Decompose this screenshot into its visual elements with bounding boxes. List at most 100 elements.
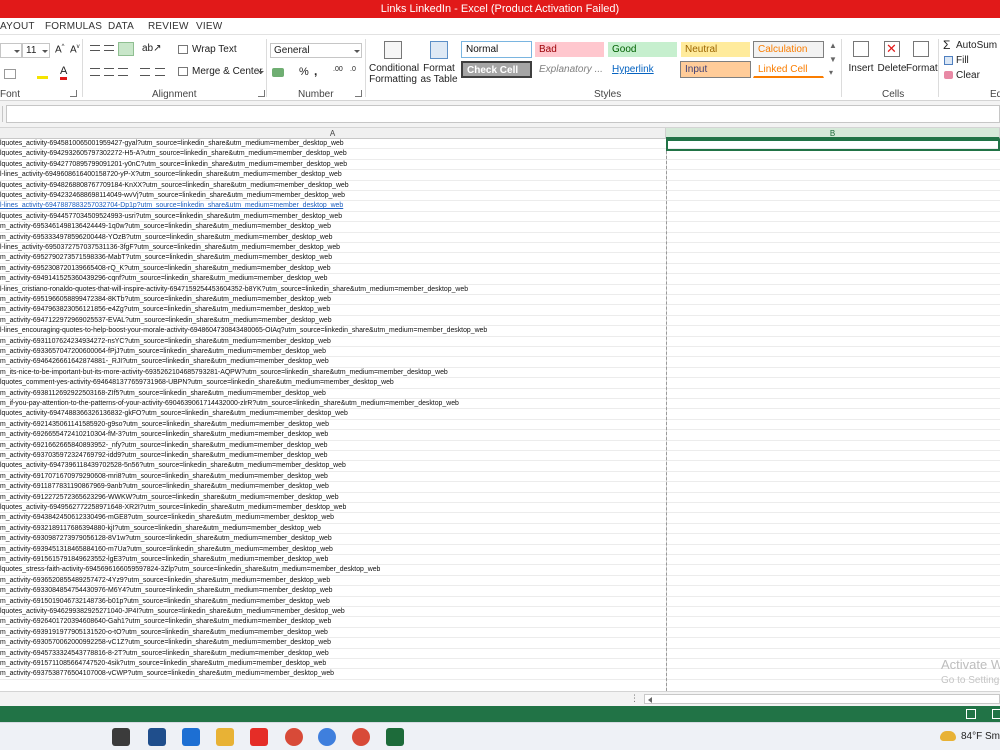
number-launcher-icon[interactable] [355, 90, 362, 97]
cell-a[interactable]: m_activity-6939191977905131520-o-tO?utm_… [0, 628, 666, 638]
cell-a[interactable]: m_activity-6926655472410210304-fM-3?utm_… [0, 430, 666, 440]
delete-cells-button[interactable]: ✕ Delete [877, 39, 907, 87]
cell-a[interactable]: m_activity-6947122972969025537-EVAL?utm_… [0, 316, 666, 326]
cell-a[interactable]: lquotes_activity-6947396118439702528-5n5… [0, 461, 666, 471]
align-top-icon[interactable] [90, 45, 100, 51]
style-good[interactable]: Good [607, 41, 678, 58]
cell-a[interactable]: m_activity-6943842450612330496-mGE8?utm_… [0, 513, 666, 523]
cell-a[interactable]: m_if-you-pay-attention-to-the-patterns-o… [0, 399, 666, 409]
cell-a[interactable]: m_activity-6933657047200600064-fPjJ?utm_… [0, 347, 666, 357]
cell-a[interactable]: m_activity-6921435061141585920-g9so?utm_… [0, 420, 666, 430]
font-size-combo[interactable]: 11 [22, 43, 50, 58]
excel-icon[interactable] [386, 728, 404, 746]
accounting-format-icon[interactable] [272, 68, 284, 77]
cell-a[interactable]: m_activity-6931107624234934272-nsYC?utm_… [0, 337, 666, 347]
cell-a[interactable]: m_activity-6953334978596200448-YOzB?utm_… [0, 233, 666, 243]
cell-a[interactable]: m_activity-6947963823056121856-e4Zg?utm_… [0, 305, 666, 315]
cell-a[interactable]: lquotes_activity-6942932605797302272-H5-… [0, 149, 666, 159]
percent-style-icon[interactable]: % [299, 66, 309, 78]
formula-input[interactable] [6, 105, 1000, 123]
file-explorer-icon[interactable] [216, 728, 234, 746]
cell-a[interactable]: m_its-nice-to-be-important-but-its-more-… [0, 368, 666, 378]
cell-a[interactable]: l-lines_cristiano-ronaldo-quotes-that-wi… [0, 285, 666, 295]
cell-a[interactable]: m_activity-6930987273979056128-8V1w?utm_… [0, 534, 666, 544]
align-right-icon[interactable] [118, 68, 128, 76]
cell-a[interactable]: m_activity-6930570062000992258-vC1Z?utm_… [0, 638, 666, 648]
number-format-combo[interactable]: General [270, 43, 362, 58]
cell-a[interactable]: l-lines_activity-6947887883257032704-Dp1… [0, 201, 666, 211]
styles-scroll-down-icon[interactable]: ▼ [829, 55, 837, 64]
cell-a[interactable]: m_activity-6915615791849623552-lgE3?utm_… [0, 555, 666, 565]
autosum-button[interactable]: Σ AutoSum [943, 38, 1000, 52]
increase-indent-icon[interactable] [155, 68, 165, 76]
style-explanatory[interactable]: Explanatory ... [534, 61, 605, 78]
clear-button[interactable]: Clear [943, 69, 1000, 82]
style-calculation[interactable]: Calculation [753, 41, 824, 58]
increase-decimal-icon[interactable]: .00 [333, 66, 343, 73]
active-cell-b1[interactable] [666, 139, 1000, 151]
style-linked-cell[interactable]: Linked Cell [753, 61, 824, 78]
cell-a[interactable]: m_activity-6946426661642874881-_RJI?utm_… [0, 357, 666, 367]
orientation-icon[interactable]: ab↗ [142, 43, 162, 54]
borders-icon[interactable] [4, 69, 16, 79]
scroll-left-icon[interactable] [648, 697, 652, 703]
cell-a[interactable]: m_activity-6953461498136424449-1q0w?utm_… [0, 222, 666, 232]
cell-a[interactable]: lquotes_activity-6947488366326136832-gkF… [0, 409, 666, 419]
cell-a[interactable]: lquotes_activity-6946299382925271040-JP4… [0, 607, 666, 617]
cell-a[interactable]: m_activity-6917071670979290608-mri8?utm_… [0, 472, 666, 482]
style-hyperlink[interactable]: Hyperlink [607, 61, 678, 78]
font-color-icon[interactable]: A [60, 66, 68, 80]
cell-a[interactable]: lquotes_stress-faith-activity-6945696166… [0, 565, 666, 575]
tab-review[interactable]: REVIEW [148, 18, 189, 35]
grow-font-icon[interactable]: A^ [55, 44, 65, 55]
fill-button[interactable]: Fill [943, 54, 1000, 67]
cell-a[interactable]: m_activity-6952308720139665408-rQ_K?utm_… [0, 264, 666, 274]
style-check-cell[interactable]: Check Cell [461, 61, 532, 78]
alignment-launcher-icon[interactable] [258, 90, 265, 97]
cell-a[interactable]: m_activity-6921662665840893952-_nfy?utm_… [0, 441, 666, 451]
mail-icon[interactable] [182, 728, 200, 746]
decrease-decimal-icon[interactable]: .0 [350, 66, 356, 73]
cell-a[interactable]: lquotes_activity-6949562772258971648-XR2… [0, 503, 666, 513]
column-header-a[interactable]: A [0, 128, 666, 139]
cell-a[interactable]: m_activity-6915711085664747520-4sik?utm_… [0, 659, 666, 669]
store-icon[interactable] [148, 728, 166, 746]
fill-color-icon[interactable] [37, 67, 48, 79]
tab-page-layout[interactable]: AYOUT [0, 18, 35, 35]
cell-a[interactable]: m_activity-6939451318465884160-m7Ua?utm_… [0, 545, 666, 555]
style-neutral[interactable]: Neutral [680, 41, 751, 58]
merge-center-button[interactable]: Merge & Center [178, 65, 268, 79]
font-name-combo[interactable] [0, 43, 22, 58]
cell-a[interactable]: m_activity-6936520855489257472-4Yz9?utm_… [0, 576, 666, 586]
cell-a[interactable]: l-lines_encouraging-quotes-to-help-boost… [0, 326, 666, 336]
insert-cells-button[interactable]: Insert [846, 39, 876, 87]
conditional-formatting-button[interactable]: Conditional Formatting [369, 39, 419, 89]
chrome-icon[interactable] [285, 728, 303, 746]
weather-icon[interactable] [940, 731, 956, 741]
tab-split-handle[interactable]: ⋮ [630, 693, 639, 704]
page-layout-view-icon[interactable] [992, 709, 1000, 719]
align-left-icon[interactable] [90, 68, 100, 76]
format-as-table-button[interactable]: Format as Table [419, 39, 459, 89]
cell-a[interactable]: m_activity-6933084854754430976-M6Y4?utm_… [0, 586, 666, 596]
chrome-alt-icon[interactable] [352, 728, 370, 746]
style-input[interactable]: Input [680, 61, 751, 78]
align-bottom-icon[interactable] [118, 42, 134, 56]
decrease-indent-icon[interactable] [140, 68, 150, 76]
column-header-b[interactable]: B [666, 128, 1000, 139]
cell-a[interactable]: lquotes_activity-6945810065001959427-gya… [0, 139, 666, 149]
style-bad[interactable]: Bad [534, 41, 605, 58]
worksheet-grid[interactable]: lquotes_activity-6945810065001959427-gya… [0, 139, 1000, 691]
cell-a[interactable]: m_activity-6937035972324769792-idd9?utm_… [0, 451, 666, 461]
cell-a[interactable]: lquotes_activity-6944577034509524993-usr… [0, 212, 666, 222]
cell-a[interactable]: m_activity-6937538776504107008-vCWP?utm_… [0, 669, 666, 679]
cell-a[interactable]: m_activity-6926401720394608640-Gah1?utm_… [0, 617, 666, 627]
cell-a[interactable]: lquotes_comment-yes-activity-69464813776… [0, 378, 666, 388]
align-center-icon[interactable] [104, 68, 114, 76]
cell-a[interactable]: m_activity-6951966058899472384-8KTb?utm_… [0, 295, 666, 305]
cell-a[interactable]: lquotes_activity-6942770895799091201-y0n… [0, 160, 666, 170]
cell-a[interactable]: m_activity-6945733324543778816-8-2T?utm_… [0, 649, 666, 659]
cell-a[interactable]: m_activity-6915019046732148736-b01p?utm_… [0, 597, 666, 607]
cell-a[interactable]: m_activity-6911877831190867969-9anb?utm_… [0, 482, 666, 492]
horizontal-scrollbar[interactable] [644, 694, 1000, 704]
